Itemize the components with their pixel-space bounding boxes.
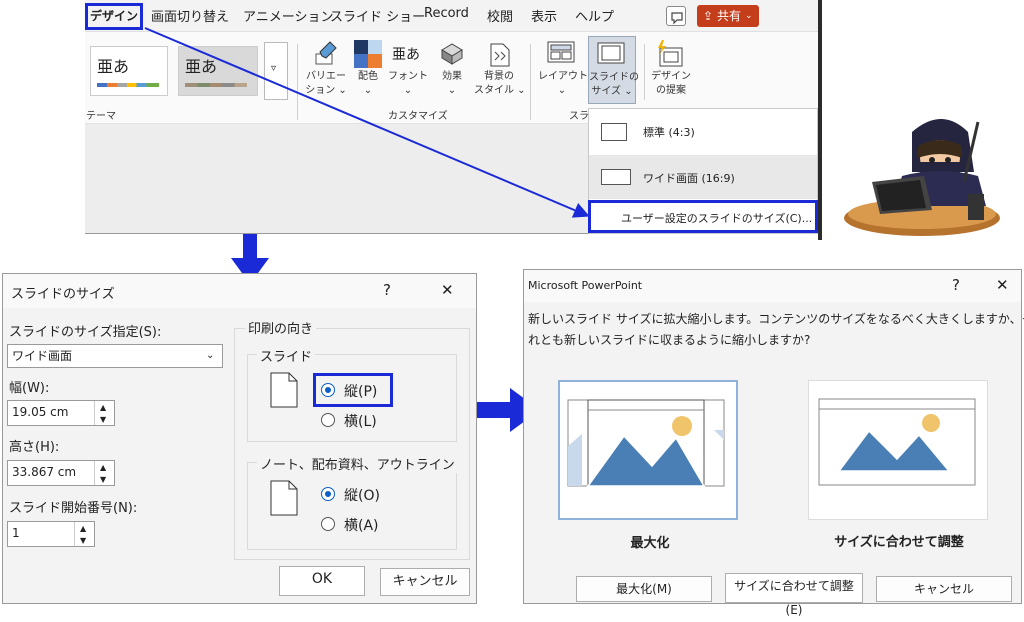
slide-size-select[interactable]: ワイド画面 ⌄: [7, 344, 223, 368]
scale-message-line-2: れとも新しいスライドに収まるように縮小しますか?: [528, 333, 811, 347]
cancel-button[interactable]: キャンセル: [876, 576, 1012, 602]
size-label: スライドのサイズ指定(S):: [9, 325, 162, 340]
start-number-label: スライド開始番号(N):: [9, 501, 138, 516]
option-fit[interactable]: サイズに合わせて調整: [808, 380, 988, 550]
ok-button[interactable]: OK: [279, 566, 365, 596]
slide-size-value: ワイド画面: [12, 349, 73, 363]
radio-label: 横(L): [344, 414, 377, 430]
slide-size-dialog: スライドのサイズ ? ✕ スライドのサイズ指定(S): ワイド画面 ⌄ 幅(W)…: [2, 273, 477, 604]
height-label: 高さ(H):: [9, 440, 60, 455]
radio-portrait-p[interactable]: 縦(P): [321, 381, 401, 401]
dialog-title: Microsoft PowerPoint: [528, 279, 643, 292]
radio-label: 縦(O): [344, 488, 380, 504]
radio-button-selected[interactable]: [321, 487, 335, 501]
help-icon[interactable]: ?: [383, 281, 391, 299]
chevron-down-icon: ⌄: [206, 350, 215, 361]
option-maximize-label: 最大化: [630, 536, 670, 551]
width-value: 19.05 cm: [12, 405, 69, 419]
arrow-design-to-menu: [144, 27, 590, 218]
down-arrow-icon[interactable]: ▼: [100, 409, 106, 431]
option-fit-label: サイズに合わせて調整: [834, 535, 964, 550]
close-icon[interactable]: ✕: [996, 276, 1009, 294]
close-icon[interactable]: ✕: [441, 281, 454, 299]
radio-label: 横(A): [344, 518, 379, 534]
height-value: 33.867 cm: [12, 465, 77, 479]
radio-label: 縦(P): [344, 384, 378, 400]
start-number-input[interactable]: 1 ▲ ▼: [7, 521, 95, 547]
down-arrow-icon[interactable]: ▼: [100, 469, 106, 491]
slide-group-label: スライド: [257, 346, 316, 365]
portrait-page-icon: [270, 372, 298, 408]
cancel-button[interactable]: キャンセル: [380, 568, 470, 596]
fit-preview-icon: [818, 398, 976, 486]
radio-landscape-l[interactable]: 横(L): [321, 411, 401, 431]
height-stepper[interactable]: ▲ ▼: [94, 461, 114, 485]
radio-portrait-o[interactable]: 縦(O): [321, 485, 401, 505]
help-icon[interactable]: ?: [952, 276, 960, 294]
radio-button[interactable]: [321, 517, 335, 531]
portrait-page-icon: [270, 480, 298, 516]
dialog-title: スライドのサイズ: [11, 287, 115, 302]
maximize-preview-icon: [567, 399, 725, 487]
start-number-value: 1: [12, 526, 20, 540]
height-input[interactable]: 33.867 cm ▲ ▼: [7, 460, 115, 486]
radio-landscape-a[interactable]: 横(A): [321, 515, 401, 535]
scale-message-line-1: 新しいスライド サイズに拡大縮小します。コンテンツのサイズをなるべく大きくします…: [528, 312, 1024, 326]
orientation-title: 印刷の向き: [245, 318, 317, 337]
width-stepper[interactable]: ▲ ▼: [94, 401, 114, 425]
down-arrow-icon[interactable]: ▼: [80, 530, 86, 552]
width-label: 幅(W):: [9, 381, 50, 396]
radio-button[interactable]: [321, 413, 335, 427]
start-number-stepper[interactable]: ▲ ▼: [74, 522, 94, 546]
fit-button[interactable]: サイズに合わせて調整(E): [725, 573, 863, 617]
radio-button-selected[interactable]: [321, 383, 335, 397]
option-maximize[interactable]: 最大化: [558, 380, 738, 551]
notes-group-label: ノート、配布資料、アウトライン: [257, 454, 458, 473]
maximize-button[interactable]: 最大化(M): [576, 576, 712, 602]
width-input[interactable]: 19.05 cm ▲ ▼: [7, 400, 115, 426]
scale-dialog: Microsoft PowerPoint ? ✕ 新しいスライド サイズに拡大縮…: [523, 269, 1024, 617]
